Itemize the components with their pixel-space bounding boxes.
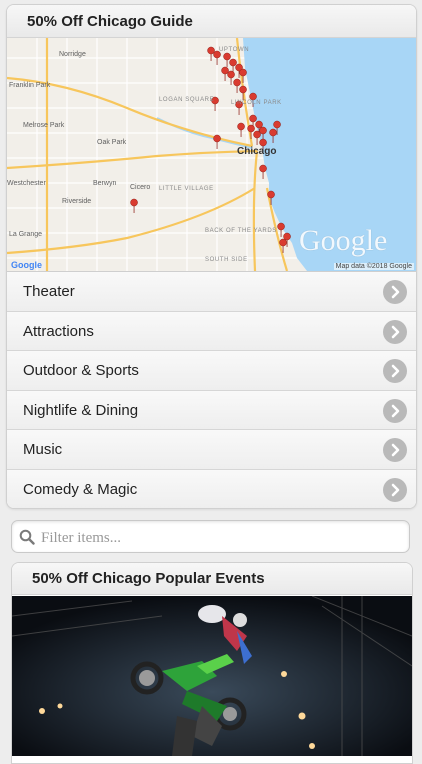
- map-label-melrose-park: Melrose Park: [23, 122, 65, 129]
- event-photo[interactable]: [12, 596, 412, 756]
- map-label-riverside: Riverside: [62, 198, 92, 205]
- map-label-la-grange: La Grange: [9, 231, 43, 238]
- category-item-music[interactable]: Music: [7, 430, 416, 470]
- map-label-oak-park: Oak Park: [97, 139, 127, 146]
- category-label: Outdoor & Sports: [23, 362, 139, 379]
- category-label: Nightlife & Dining: [23, 401, 139, 419]
- map-label-little-village: LITTLE VILLAGE: [159, 186, 214, 192]
- google-watermark: Google: [299, 224, 388, 257]
- popular-events-title: 50% Off Chicago Popular Events: [12, 563, 412, 595]
- guide-title: 50% Off Chicago Guide: [7, 5, 416, 38]
- category-item-theater[interactable]: Theater: [7, 272, 416, 312]
- chevron-right-icon: [383, 280, 407, 304]
- filter-bar: [11, 520, 410, 553]
- category-item-comedy-magic[interactable]: Comedy & Magic: [7, 469, 416, 508]
- category-label: Music: [23, 441, 63, 458]
- category-label: Attractions: [23, 322, 94, 340]
- map-view[interactable]: Norridge Franklin Park Melrose Park Oak …: [7, 38, 416, 272]
- map-label-back-of-the-yards: BACK OF THE YARDS: [205, 228, 277, 234]
- category-item-attractions[interactable]: Attractions: [7, 311, 416, 351]
- chevron-right-icon: [383, 398, 407, 423]
- popular-events-card: 50% Off Chicago Popular Events: [11, 562, 413, 764]
- chevron-right-icon: [383, 319, 407, 344]
- map-credit[interactable]: Map data ©2018 Google: [333, 263, 414, 270]
- map-label-norridge: Norridge: [59, 51, 86, 58]
- google-logo[interactable]: Google: [11, 260, 42, 270]
- map-label-berwyn: Berwyn: [93, 180, 117, 187]
- map-label-uptown: UPTOWN: [219, 47, 250, 53]
- map-label-south-side: SOUTH SIDE: [205, 257, 248, 263]
- filter-input[interactable]: [39, 525, 403, 551]
- chevron-right-icon: [383, 477, 407, 502]
- map-label-logan-square: LOGAN SQUARE: [159, 97, 215, 103]
- guide-card: 50% Off Chicago Guide Norridge Franklin …: [6, 4, 417, 509]
- map-label-franklin-park: Franklin Park: [9, 82, 51, 89]
- category-list: Theater Attractions Outdoor & Sports Nig…: [7, 272, 416, 508]
- map-label-westchester: Westchester: [7, 180, 46, 187]
- map-label-cicero: Cicero: [130, 184, 151, 191]
- map-label-lincoln-park: LINCOLN PARK: [231, 100, 282, 106]
- category-item-nightlife-dining[interactable]: Nightlife & Dining: [7, 390, 416, 430]
- search-icon: [19, 529, 35, 545]
- chevron-right-icon: [383, 359, 407, 383]
- chevron-right-icon: [383, 438, 407, 462]
- category-label: Theater: [23, 283, 75, 300]
- category-item-outdoor-sports[interactable]: Outdoor & Sports: [7, 351, 416, 391]
- map-label-chicago: Chicago: [237, 146, 277, 157]
- category-label: Comedy & Magic: [23, 480, 138, 498]
